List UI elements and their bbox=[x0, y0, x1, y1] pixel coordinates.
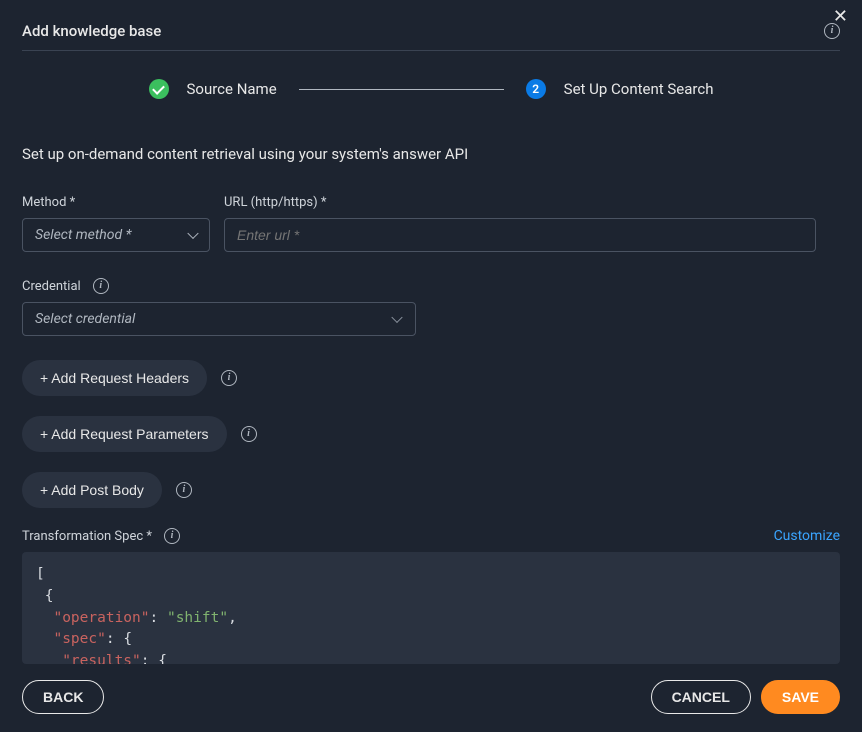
info-icon[interactable]: i bbox=[241, 426, 257, 442]
info-icon[interactable]: i bbox=[221, 370, 237, 386]
credential-select[interactable]: Select credential bbox=[22, 302, 416, 336]
add-request-headers-button[interactable]: + Add Request Headers bbox=[22, 360, 207, 396]
modal-title: Add knowledge base bbox=[22, 22, 824, 40]
method-placeholder: Select method * bbox=[35, 227, 131, 243]
credential-label: Credential bbox=[22, 279, 81, 294]
customize-link[interactable]: Customize bbox=[774, 528, 840, 544]
step2-badge: 2 bbox=[526, 79, 546, 99]
transformation-spec-code[interactable]: [ { "operation": "shift", "spec": { "res… bbox=[22, 552, 840, 664]
stepper: Source Name 2 Set Up Content Search bbox=[22, 79, 840, 99]
add-request-parameters-button[interactable]: + Add Request Parameters bbox=[22, 416, 227, 452]
intro-text: Set up on-demand content retrieval using… bbox=[22, 145, 840, 163]
method-select[interactable]: Select method * bbox=[22, 218, 210, 252]
step1-label: Source Name bbox=[187, 80, 277, 98]
save-button[interactable]: SAVE bbox=[761, 680, 840, 714]
url-label: URL (http/https) * bbox=[224, 195, 816, 210]
step-connector bbox=[299, 89, 504, 90]
transformation-spec-label: Transformation Spec * bbox=[22, 529, 152, 544]
method-label: Method * bbox=[22, 195, 210, 210]
back-button[interactable]: BACK bbox=[22, 680, 104, 714]
close-icon[interactable]: ✕ bbox=[833, 8, 848, 26]
step2-label: Set Up Content Search bbox=[564, 80, 714, 98]
add-post-body-button[interactable]: + Add Post Body bbox=[22, 472, 162, 508]
step-source-name: Source Name bbox=[149, 79, 277, 99]
info-icon[interactable]: i bbox=[164, 528, 180, 544]
step-content-search: 2 Set Up Content Search bbox=[526, 79, 714, 99]
check-icon bbox=[149, 79, 169, 99]
credential-placeholder: Select credential bbox=[35, 311, 135, 327]
info-icon[interactable]: i bbox=[93, 278, 109, 294]
cancel-button[interactable]: CANCEL bbox=[651, 680, 751, 714]
url-input[interactable] bbox=[224, 218, 816, 252]
info-icon[interactable]: i bbox=[176, 482, 192, 498]
